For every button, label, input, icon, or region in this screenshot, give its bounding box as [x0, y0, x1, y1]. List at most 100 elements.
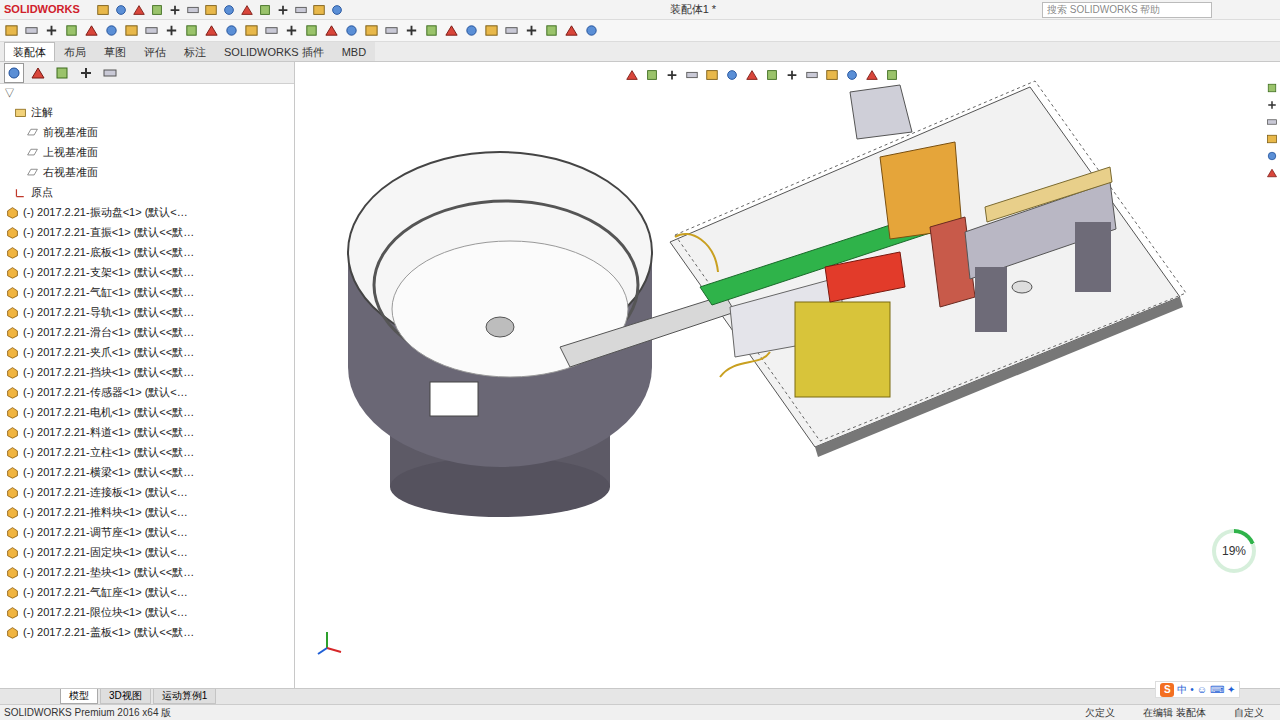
part-icon[interactable]	[6, 586, 19, 599]
folder-icon[interactable]	[14, 106, 27, 119]
command-icon[interactable]	[84, 23, 99, 38]
command-icon[interactable]	[184, 23, 199, 38]
panel-tab-icon[interactable]	[4, 63, 24, 83]
part-icon[interactable]	[6, 506, 19, 519]
task-pane-icon[interactable]	[1266, 99, 1278, 111]
view-icon[interactable]	[765, 68, 779, 82]
ime-button[interactable]: ☺	[1197, 682, 1207, 697]
tree-row[interactable]: (-) 2017.2.21-滑台<1> (默认<<默…	[4, 322, 294, 342]
app-logo[interactable]: SOLIDWORKS	[4, 1, 92, 18]
assembly-model[interactable]	[295, 62, 1280, 687]
command-icon[interactable]	[124, 23, 139, 38]
tree-row[interactable]: (-) 2017.2.21-调节座<1> (默认<…	[4, 522, 294, 542]
toolbar-icon[interactable]	[258, 3, 272, 17]
part-icon[interactable]	[6, 486, 19, 499]
tree-row[interactable]: 前视基准面	[4, 122, 294, 142]
ime-bar[interactable]: S中•☺⌨✦	[1155, 681, 1240, 698]
tree-filter[interactable]: ▽	[0, 84, 294, 102]
command-tab[interactable]: MBD	[333, 42, 375, 61]
part-icon[interactable]	[6, 566, 19, 579]
command-tab[interactable]: 布局	[55, 42, 95, 61]
bottom-tab[interactable]: 运动算例1	[153, 689, 217, 704]
command-icon[interactable]	[424, 23, 439, 38]
command-tab[interactable]: 装配体	[4, 42, 55, 61]
view-icon[interactable]	[645, 68, 659, 82]
command-icon[interactable]	[64, 23, 79, 38]
tree-row[interactable]: 右视基准面	[4, 162, 294, 182]
command-icon[interactable]	[444, 23, 459, 38]
toolbar-icon[interactable]	[240, 3, 254, 17]
command-icon[interactable]	[384, 23, 399, 38]
tree-row[interactable]: (-) 2017.2.21-导轨<1> (默认<<默…	[4, 302, 294, 322]
view-icon[interactable]	[885, 68, 899, 82]
tree-row[interactable]: 注解	[4, 102, 294, 122]
toolbar-icon[interactable]	[204, 3, 218, 17]
toolbar-icon[interactable]	[132, 3, 146, 17]
command-tab[interactable]: SOLIDWORKS 插件	[215, 42, 333, 61]
panel-tab-icon[interactable]	[100, 63, 120, 83]
part-icon[interactable]	[6, 326, 19, 339]
command-icon[interactable]	[584, 23, 599, 38]
part-icon[interactable]	[6, 366, 19, 379]
tree-row[interactable]: (-) 2017.2.21-横梁<1> (默认<<默…	[4, 462, 294, 482]
view-icon[interactable]	[845, 68, 859, 82]
toolbar-icon[interactable]	[330, 3, 344, 17]
origin-icon[interactable]	[14, 186, 27, 199]
part-icon[interactable]	[6, 286, 19, 299]
ime-button[interactable]: •	[1190, 682, 1194, 697]
graphics-viewport[interactable]: 19%	[295, 62, 1280, 688]
toolbar-icon[interactable]	[168, 3, 182, 17]
panel-tab-icon[interactable]	[28, 63, 48, 83]
part-icon[interactable]	[6, 206, 19, 219]
tree-row[interactable]: (-) 2017.2.21-立柱<1> (默认<<默…	[4, 442, 294, 462]
view-icon[interactable]	[785, 68, 799, 82]
part-icon[interactable]	[6, 306, 19, 319]
tree-row[interactable]: (-) 2017.2.21-夹爪<1> (默认<<默…	[4, 342, 294, 362]
command-icon[interactable]	[324, 23, 339, 38]
part-icon[interactable]	[6, 426, 19, 439]
command-icon[interactable]	[24, 23, 39, 38]
plane-icon[interactable]	[26, 126, 39, 139]
tree-row[interactable]: (-) 2017.2.21-气缸座<1> (默认<…	[4, 582, 294, 602]
view-icon[interactable]	[685, 68, 699, 82]
command-icon[interactable]	[344, 23, 359, 38]
command-icon[interactable]	[304, 23, 319, 38]
toolbar-icon[interactable]	[114, 3, 128, 17]
view-icon[interactable]	[825, 68, 839, 82]
command-icon[interactable]	[404, 23, 419, 38]
view-icon[interactable]	[725, 68, 739, 82]
toolbar-icon[interactable]	[294, 3, 308, 17]
toolbar-icon[interactable]	[96, 3, 110, 17]
ime-button[interactable]: 中	[1177, 682, 1187, 697]
command-icon[interactable]	[284, 23, 299, 38]
ime-button[interactable]: ⌨	[1210, 682, 1224, 697]
part-icon[interactable]	[6, 626, 19, 639]
tree-row[interactable]: (-) 2017.2.21-直振<1> (默认<<默…	[4, 222, 294, 242]
tree-row[interactable]: (-) 2017.2.21-限位块<1> (默认<…	[4, 602, 294, 622]
toolbar-icon[interactable]	[312, 3, 326, 17]
part-icon[interactable]	[6, 346, 19, 359]
part-icon[interactable]	[6, 526, 19, 539]
tree-row[interactable]: (-) 2017.2.21-推料块<1> (默认<…	[4, 502, 294, 522]
command-icon[interactable]	[364, 23, 379, 38]
tree-row[interactable]: 原点	[4, 182, 294, 202]
tree-row[interactable]: (-) 2017.2.21-振动盘<1> (默认<…	[4, 202, 294, 222]
command-icon[interactable]	[4, 23, 19, 38]
command-icon[interactable]	[464, 23, 479, 38]
toolbar-icon[interactable]	[222, 3, 236, 17]
part-icon[interactable]	[6, 546, 19, 559]
tree-row[interactable]: (-) 2017.2.21-底板<1> (默认<<默…	[4, 242, 294, 262]
tree-row[interactable]: (-) 2017.2.21-垫块<1> (默认<<默…	[4, 562, 294, 582]
ime-button[interactable]: ✦	[1227, 682, 1235, 697]
task-pane-icon[interactable]	[1266, 150, 1278, 162]
toolbar-icon[interactable]	[186, 3, 200, 17]
view-icon[interactable]	[665, 68, 679, 82]
plane-icon[interactable]	[26, 146, 39, 159]
command-icon[interactable]	[264, 23, 279, 38]
plane-icon[interactable]	[26, 166, 39, 179]
command-icon[interactable]	[144, 23, 159, 38]
view-icon[interactable]	[625, 68, 639, 82]
panel-tab-icon[interactable]	[52, 63, 72, 83]
tree-row[interactable]: (-) 2017.2.21-固定块<1> (默认<…	[4, 542, 294, 562]
part-icon[interactable]	[6, 266, 19, 279]
